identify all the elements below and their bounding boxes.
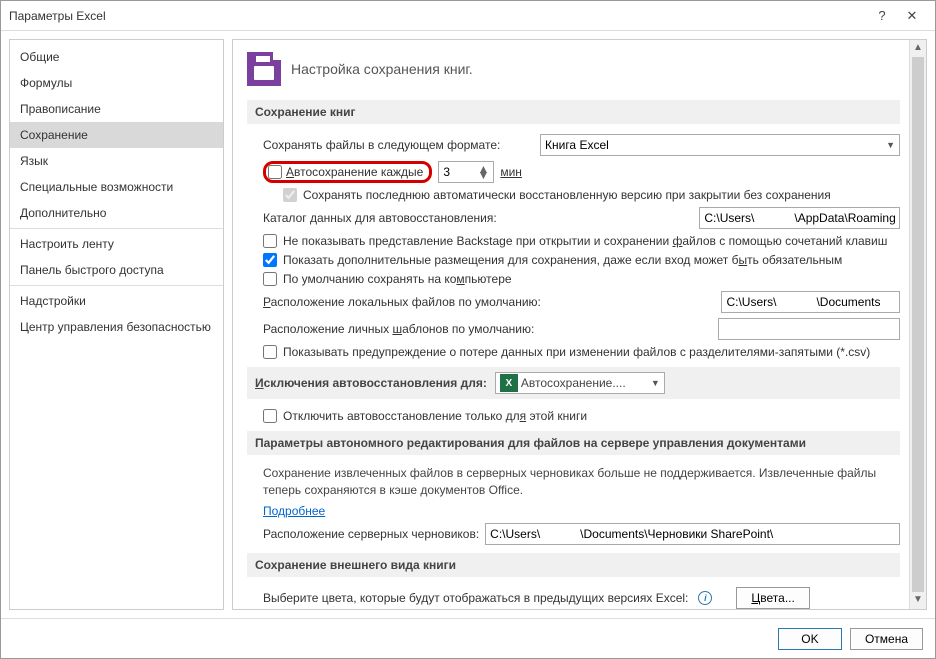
autosave-minutes-value: 3 bbox=[443, 165, 477, 179]
autosave-label: ААвтосохранение каждыевтосохранение кажд… bbox=[286, 165, 423, 179]
autorecover-dir-input[interactable] bbox=[699, 207, 900, 229]
local-files-input[interactable] bbox=[721, 291, 900, 313]
sidebar-item-general[interactable]: Общие bbox=[10, 44, 223, 70]
help-button[interactable]: ? bbox=[867, 8, 897, 23]
sidebar-item-quick-access[interactable]: Панель быстрого доступа bbox=[10, 257, 223, 283]
sidebar-item-advanced[interactable]: Дополнительно bbox=[10, 200, 223, 226]
sidebar-item-language[interactable]: Язык bbox=[10, 148, 223, 174]
sidebar-item-formulas[interactable]: Формулы bbox=[10, 70, 223, 96]
no-backstage-label: Не показывать представление Backstage пр… bbox=[283, 234, 887, 248]
autosave-minutes-input[interactable]: 3 ▲▼ bbox=[438, 161, 494, 183]
dialog-body: Общие Формулы Правописание Сохранение Яз… bbox=[1, 31, 935, 618]
section-autorecover-exceptions: Исключения автовосстановления для: Исклю… bbox=[247, 367, 900, 399]
autorecover-dir-label: Каталог данных для автовосстановления: bbox=[263, 211, 497, 225]
server-drafts-input[interactable] bbox=[485, 523, 900, 545]
csv-warning-label: Показывать предупреждение о потере данны… bbox=[283, 345, 870, 359]
ok-button[interactable]: OK bbox=[778, 628, 842, 650]
default-save-pc-checkbox[interactable] bbox=[263, 272, 277, 286]
scroll-down-arrow[interactable]: ▼ bbox=[910, 592, 926, 609]
keep-last-autorecovered-checkbox bbox=[283, 188, 297, 202]
section-save-books: Сохранение книг bbox=[247, 100, 900, 124]
sidebar-separator bbox=[10, 228, 223, 229]
page-title: Настройка сохранения книг. bbox=[291, 61, 473, 77]
autorecover-workbook-value: Автосохранение.... bbox=[521, 376, 647, 390]
save-icon bbox=[247, 52, 281, 86]
autosave-unit: мин bbox=[500, 165, 522, 179]
colors-button[interactable]: Цвета... bbox=[736, 587, 809, 609]
learn-more-link[interactable]: Подробнее bbox=[263, 504, 325, 518]
sidebar-item-accessibility[interactable]: Специальные возможности bbox=[10, 174, 223, 200]
offline-note: Сохранение извлеченных файлов в серверны… bbox=[263, 465, 900, 499]
chevron-down-icon: ▼ bbox=[647, 378, 660, 388]
sidebar-item-addins[interactable]: Надстройки bbox=[10, 288, 223, 314]
save-format-dropdown[interactable]: Книга Excel ▼ bbox=[540, 134, 900, 156]
colors-label: Выберите цвета, которые будут отображать… bbox=[263, 591, 688, 605]
main-panel: Настройка сохранения книг. Сохранение кн… bbox=[232, 39, 927, 610]
info-icon[interactable]: i bbox=[698, 591, 712, 605]
autosave-highlight: ААвтосохранение каждыевтосохранение кажд… bbox=[263, 161, 432, 183]
disable-autorecover-checkbox[interactable] bbox=[263, 409, 277, 423]
sidebar: Общие Формулы Правописание Сохранение Яз… bbox=[9, 39, 224, 610]
close-button[interactable]: ✕ bbox=[897, 8, 927, 24]
save-format-value: Книга Excel bbox=[545, 138, 882, 152]
chevron-down-icon: ▼ bbox=[882, 140, 895, 150]
no-backstage-checkbox[interactable] bbox=[263, 234, 277, 248]
csv-warning-checkbox[interactable] bbox=[263, 345, 277, 359]
vertical-scrollbar[interactable]: ▲ ▼ bbox=[909, 40, 926, 609]
server-drafts-label: Расположение серверных черновиков: bbox=[263, 527, 479, 541]
keep-last-autorecovered-label: Сохранять последнюю автоматически восста… bbox=[303, 188, 831, 202]
section-autorecover-label: Исключения автовосстановления для: bbox=[255, 376, 487, 390]
local-files-label: Расположение локальных файлов по умолчан… bbox=[263, 295, 541, 309]
cancel-button[interactable]: Отмена bbox=[850, 628, 923, 650]
autorecover-workbook-dropdown[interactable]: X Автосохранение.... ▼ bbox=[495, 372, 665, 394]
window-title: Параметры Excel bbox=[9, 9, 867, 23]
show-additional-locations-label: Показать дополнительные размещения для с… bbox=[283, 253, 842, 267]
default-save-pc-label: По умолчанию сохранять на компьютере bbox=[283, 272, 512, 286]
scroll-up-arrow[interactable]: ▲ bbox=[910, 40, 926, 57]
sidebar-item-customize-ribbon[interactable]: Настроить ленту bbox=[10, 231, 223, 257]
sidebar-item-save[interactable]: Сохранение bbox=[10, 122, 223, 148]
save-format-label: Сохранять файлы в следующем формате: bbox=[263, 138, 500, 152]
spinner-buttons[interactable]: ▲▼ bbox=[477, 166, 489, 178]
autosave-checkbox[interactable] bbox=[268, 165, 282, 179]
page-header: Настройка сохранения книг. bbox=[247, 52, 900, 86]
sidebar-item-trust-center[interactable]: Центр управления безопасностью bbox=[10, 314, 223, 340]
titlebar: Параметры Excel ? ✕ bbox=[1, 1, 935, 31]
sidebar-item-proofing[interactable]: Правописание bbox=[10, 96, 223, 122]
personal-templates-label: Расположение личных шаблонов по умолчани… bbox=[263, 322, 534, 336]
disable-autorecover-label: Отключить автовосстановление только для … bbox=[283, 409, 587, 423]
section-offline-editing: Параметры автономного редактирования для… bbox=[247, 431, 900, 455]
scroll-thumb[interactable] bbox=[912, 57, 924, 610]
section-appearance: Сохранение внешнего вида книги bbox=[247, 553, 900, 577]
excel-file-icon: X bbox=[500, 374, 518, 392]
show-additional-locations-checkbox[interactable] bbox=[263, 253, 277, 267]
personal-templates-input[interactable] bbox=[718, 318, 900, 340]
sidebar-separator bbox=[10, 285, 223, 286]
dialog-footer: OK Отмена bbox=[1, 618, 935, 658]
